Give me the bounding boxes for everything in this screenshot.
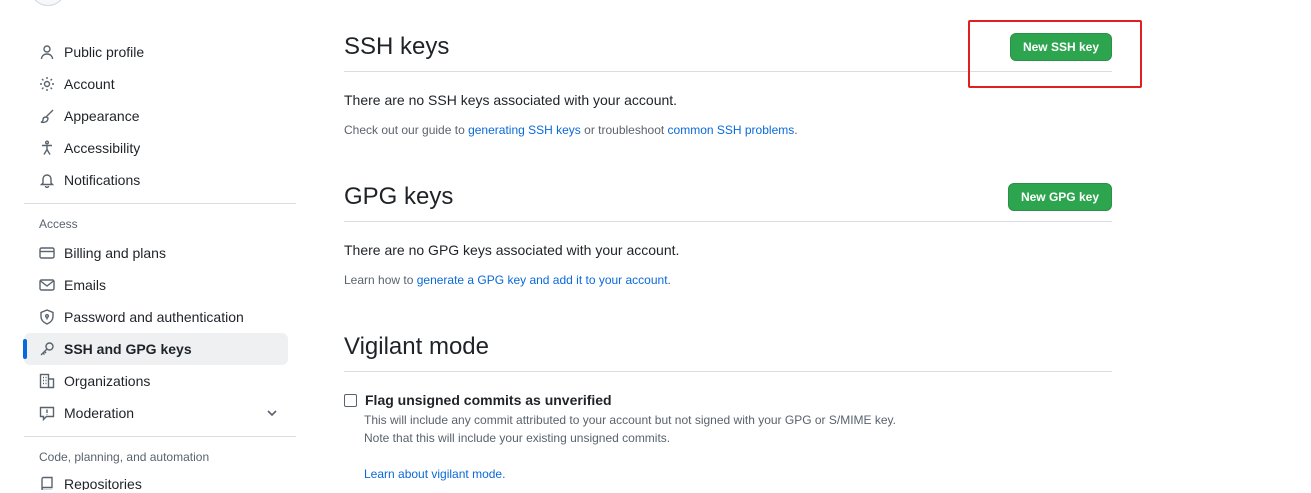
sidebar-item-ssh-gpg-keys[interactable]: SSH and GPG keys (23, 333, 288, 365)
settings-sidebar: Public profile Account Appearance Access… (23, 36, 296, 490)
sidebar-item-label: Public profile (64, 44, 145, 60)
vigilant-mode-label[interactable]: Flag unsigned commits as unverified (365, 392, 612, 408)
sidebar-item-label: Password and authentication (64, 309, 244, 325)
sidebar-item-notifications[interactable]: Notifications (24, 164, 288, 196)
sidebar-item-emails[interactable]: Emails (24, 269, 288, 301)
vigilant-description-note: Note that this will include your existin… (364, 431, 671, 445)
generating-ssh-keys-link[interactable]: generating SSH keys (468, 123, 581, 137)
vigilant-learn-more: Learn about vigilant mode. (364, 467, 505, 481)
ssh-keys-title: SSH keys (344, 33, 450, 60)
sidebar-item-label: Emails (64, 277, 107, 293)
vigilant-checkbox-row: Flag unsigned commits as unverified (344, 392, 612, 408)
ssh-note-text: Check out our guide to (344, 123, 469, 137)
key-icon (39, 341, 55, 357)
ssh-note-text: or troubleshoot (580, 123, 668, 137)
gpg-help-note: Learn how to generate a GPG key and add … (344, 273, 671, 287)
sidebar-item-appearance[interactable]: Appearance (24, 100, 288, 132)
sidebar-divider (24, 436, 296, 437)
sidebar-item-public-profile[interactable]: Public profile (24, 36, 288, 68)
gpg-keys-title: GPG keys (344, 183, 454, 210)
vigilant-mode-checkbox[interactable] (344, 393, 357, 407)
repo-icon (39, 476, 55, 490)
vigilant-mode-header: Vigilant mode (344, 332, 1112, 372)
sidebar-group-access: Access (39, 217, 78, 231)
sidebar-item-label: Moderation (64, 405, 135, 421)
report-icon (39, 405, 55, 421)
sidebar-item-repositories[interactable]: Repositories (24, 470, 288, 490)
mail-icon (39, 277, 55, 293)
ssh-keys-header: SSH keys New SSH key (344, 32, 1112, 72)
credit-card-icon (39, 245, 55, 261)
sidebar-item-label: Notifications (64, 172, 141, 188)
sidebar-item-accessibility[interactable]: Accessibility (24, 132, 288, 164)
gpg-note-text: Learn how to (344, 273, 417, 287)
sidebar-item-label: Accessibility (64, 140, 141, 156)
gpg-keys-header: GPG keys New GPG key (344, 182, 1112, 222)
gpg-empty-message: There are no GPG keys associated with yo… (344, 242, 680, 258)
common-ssh-problems-link[interactable]: common SSH problems (668, 123, 795, 137)
paintbrush-icon (39, 108, 55, 124)
gear-icon (39, 76, 55, 92)
avatar[interactable] (30, 0, 66, 6)
generate-gpg-key-link[interactable]: generate a GPG key and add it to your ac… (417, 273, 668, 287)
sidebar-item-organizations[interactable]: Organizations (24, 365, 288, 397)
ssh-help-note: Check out our guide to generating SSH ke… (344, 123, 798, 137)
sidebar-item-account[interactable]: Account (24, 68, 288, 100)
sidebar-item-label: Repositories (64, 476, 142, 490)
sidebar-item-billing[interactable]: Billing and plans (24, 237, 288, 269)
shield-lock-icon (39, 309, 55, 325)
gpg-note-text: . (667, 273, 671, 287)
sidebar-group-code: Code, planning, and automation (39, 450, 210, 464)
person-icon (39, 44, 55, 60)
bell-icon (39, 172, 55, 188)
sidebar-item-label: Appearance (64, 108, 140, 124)
vigilant-mode-title: Vigilant mode (344, 333, 489, 360)
sidebar-item-label: Account (64, 76, 115, 92)
ssh-note-text: . (794, 123, 798, 137)
new-gpg-key-button[interactable]: New GPG key (1007, 183, 1112, 211)
sidebar-item-password[interactable]: Password and authentication (24, 301, 288, 333)
ssh-empty-message: There are no SSH keys associated with yo… (344, 92, 678, 108)
new-ssh-key-button[interactable]: New SSH key (1009, 33, 1112, 61)
sidebar-item-label: Organizations (64, 373, 151, 389)
chevron-down-icon[interactable] (264, 405, 280, 421)
accessibility-icon (39, 140, 55, 156)
sidebar-item-label: SSH and GPG keys (64, 341, 192, 357)
sidebar-divider (24, 203, 296, 204)
learn-vigilant-mode-link[interactable]: Learn about vigilant mode. (364, 467, 505, 481)
vigilant-description: This will include any commit attributed … (364, 413, 897, 427)
sidebar-item-moderation[interactable]: Moderation (24, 397, 288, 429)
organization-icon (39, 373, 55, 389)
sidebar-item-label: Billing and plans (64, 245, 166, 261)
